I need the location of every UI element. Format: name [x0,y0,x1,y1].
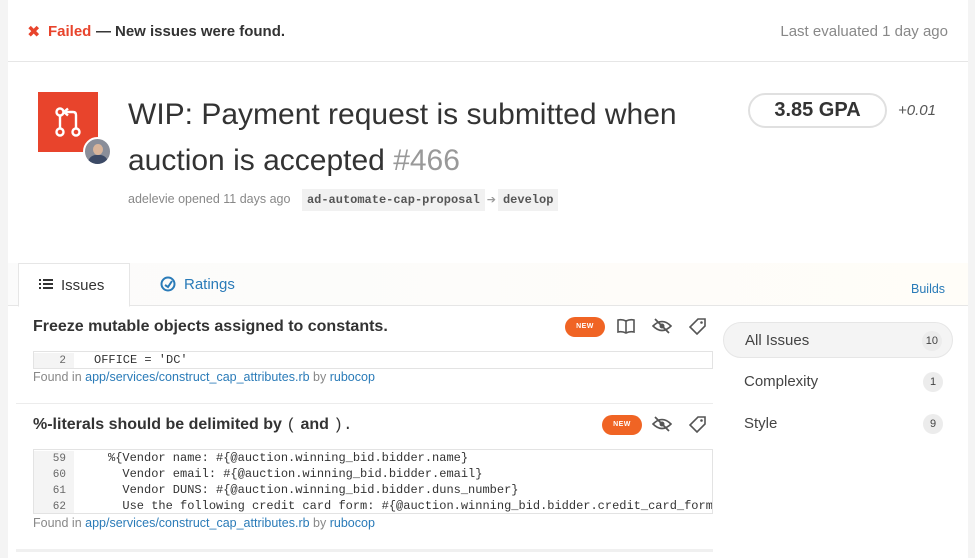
issue-1: Freeze mutable objects assigned to const… [33,318,713,336]
tab-issues-label: Issues [61,277,105,294]
line-number: 59 [34,451,74,467]
code-line: 61 Vendor DUNS: #{@auction.winning_bid.b… [34,482,712,499]
file-path-link[interactable]: app/services/construct_cap_attributes.rb [85,370,309,384]
found-in: Found in app/services/construct_cap_attr… [33,370,375,384]
tab-issues[interactable]: Issues [18,263,130,307]
gpa-delta: +0.01 [898,102,936,119]
tag-icon[interactable] [688,415,709,434]
line-number: 62 [34,499,74,513]
code-text: Use the following credit card form: #{@a… [108,499,713,513]
pr-number[interactable]: #466 [393,144,460,177]
filter-count: 1 [923,372,943,392]
last-evaluated: Last evaluated 1 day ago [780,23,948,40]
status-message-text: New issues were found. [115,23,286,40]
engine-link[interactable]: rubocop [330,516,375,530]
code-text: Vendor DUNS: #{@auction.winning_bid.bidd… [108,483,519,497]
filter-count: 10 [921,331,942,351]
pr-opened-text: opened [178,192,220,206]
code-text: %{Vendor name: #{@auction.winning_bid.bi… [108,451,469,465]
line-number: 61 [34,483,74,499]
code-text: Vendor email: #{@auction.winning_bid.bid… [108,467,483,481]
filter-style[interactable]: Style 9 [723,406,953,442]
pr-meta: adelevie opened 11 days ago ad-automate-… [128,188,559,211]
engine-link[interactable]: rubocop [330,370,375,384]
code-line: 60 Vendor email: #{@auction.winning_bid.… [34,466,712,483]
issue-divider [16,403,713,404]
code-snippet: 59 %{Vendor name: #{@auction.winning_bid.… [33,449,713,514]
hide-icon[interactable] [651,318,673,334]
source-branch: ad-automate-cap-proposal [301,189,485,211]
tab-ratings-label: Ratings [184,276,235,293]
issue-title-and: and [300,416,329,433]
review-card: ✖ Failed — New issues were found. Last ev… [8,0,968,558]
code-line: 62 Use the following credit card form: #… [34,498,713,513]
filter-count: 9 [923,414,943,434]
file-path-link[interactable]: app/services/construct_cap_attributes.rb [85,516,309,530]
list-icon [39,264,53,307]
pr-age: 11 days ago [223,192,291,206]
code-snippet: 2 OFFICE = 'DC' [33,351,713,369]
tab-bar: Issues Ratings [8,263,968,307]
tag-icon[interactable] [688,317,709,336]
line-number: 60 [34,467,74,483]
hide-icon[interactable] [651,416,673,432]
found-in-label: Found in [33,370,82,384]
filter-complexity[interactable]: Complexity 1 [723,364,953,400]
filter-all-issues[interactable]: All Issues 10 [723,322,953,358]
found-in-label: Found in [33,516,82,530]
code-line: 2 OFFICE = 'DC' [34,352,712,368]
by-label: by [313,516,327,530]
filter-label: Style [744,415,778,432]
gauge-icon [160,263,176,306]
gpa-badge: 3.85 GPA [748,93,887,128]
code-text: OFFICE = 'DC' [94,353,188,367]
arrow-right-icon: ➔ [486,194,496,206]
pr-title: WIP: Payment request is submitted when a… [128,92,688,184]
issue-title-prefix: %-literals should be delimited by [33,416,282,433]
status-message: — New issues were found. [96,23,285,40]
filter-label: All Issues [745,332,810,349]
tab-ratings[interactable]: Ratings [160,263,235,306]
issue-title-open: ( [286,416,296,434]
by-label: by [313,370,327,384]
author-avatar[interactable] [83,137,112,166]
status-failed-label: Failed [48,23,92,40]
issue-title[interactable]: Freeze mutable objects assigned to const… [33,318,713,336]
failed-icon: ✖ [27,24,41,41]
status-bar: ✖ Failed — New issues were found. Last ev… [8,0,968,62]
found-in: Found in app/services/construct_cap_attr… [33,516,375,530]
issue-divider [16,549,713,552]
builds-link[interactable]: Builds [911,282,945,296]
filter-label: Complexity [744,373,819,390]
target-branch: develop [497,189,559,211]
line-number: 2 [34,353,74,368]
issue-title-close: ). [333,416,353,434]
code-line: 59 %{Vendor name: #{@auction.winning_bid.… [34,450,712,467]
book-icon[interactable] [616,318,636,334]
new-badge: NEW [602,415,642,435]
pr-author[interactable]: adelevie [128,192,175,206]
new-badge: NEW [565,317,605,337]
status-separator: — [96,23,111,40]
